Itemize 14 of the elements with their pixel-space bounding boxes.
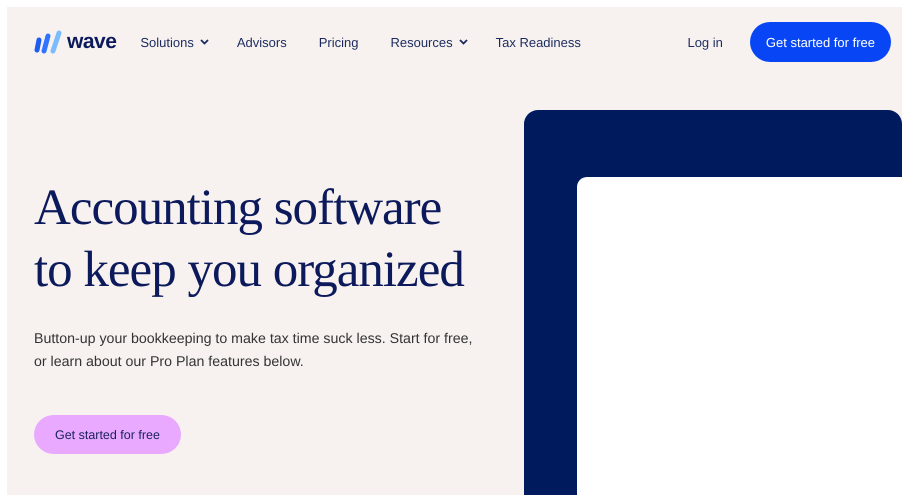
logo-text: wave: [67, 30, 116, 54]
logo-icon: [34, 30, 64, 54]
hero-description: Button-up your bookkeeping to make tax time suck less. Start for free, or learn about our Pro Plan features below.: [34, 330, 474, 372]
login-link[interactable]: Log in: [687, 34, 723, 50]
get-started-button[interactable]: Get started for free: [750, 22, 891, 62]
get-started-button[interactable]: Get started for free: [34, 415, 181, 454]
nav-link[interactable]: Resources: [390, 34, 468, 50]
hero-heading: Accounting software to keep you organized: [34, 179, 466, 300]
nav-link[interactable]: Solutions: [140, 34, 209, 50]
nav-link[interactable]: Advisors: [236, 34, 287, 50]
nav-link[interactable]: Tax Readiness: [496, 34, 581, 50]
chevron-down-icon: [200, 39, 209, 45]
chevron-down-icon: [458, 39, 468, 45]
nav-link[interactable]: Pricing: [318, 34, 358, 50]
